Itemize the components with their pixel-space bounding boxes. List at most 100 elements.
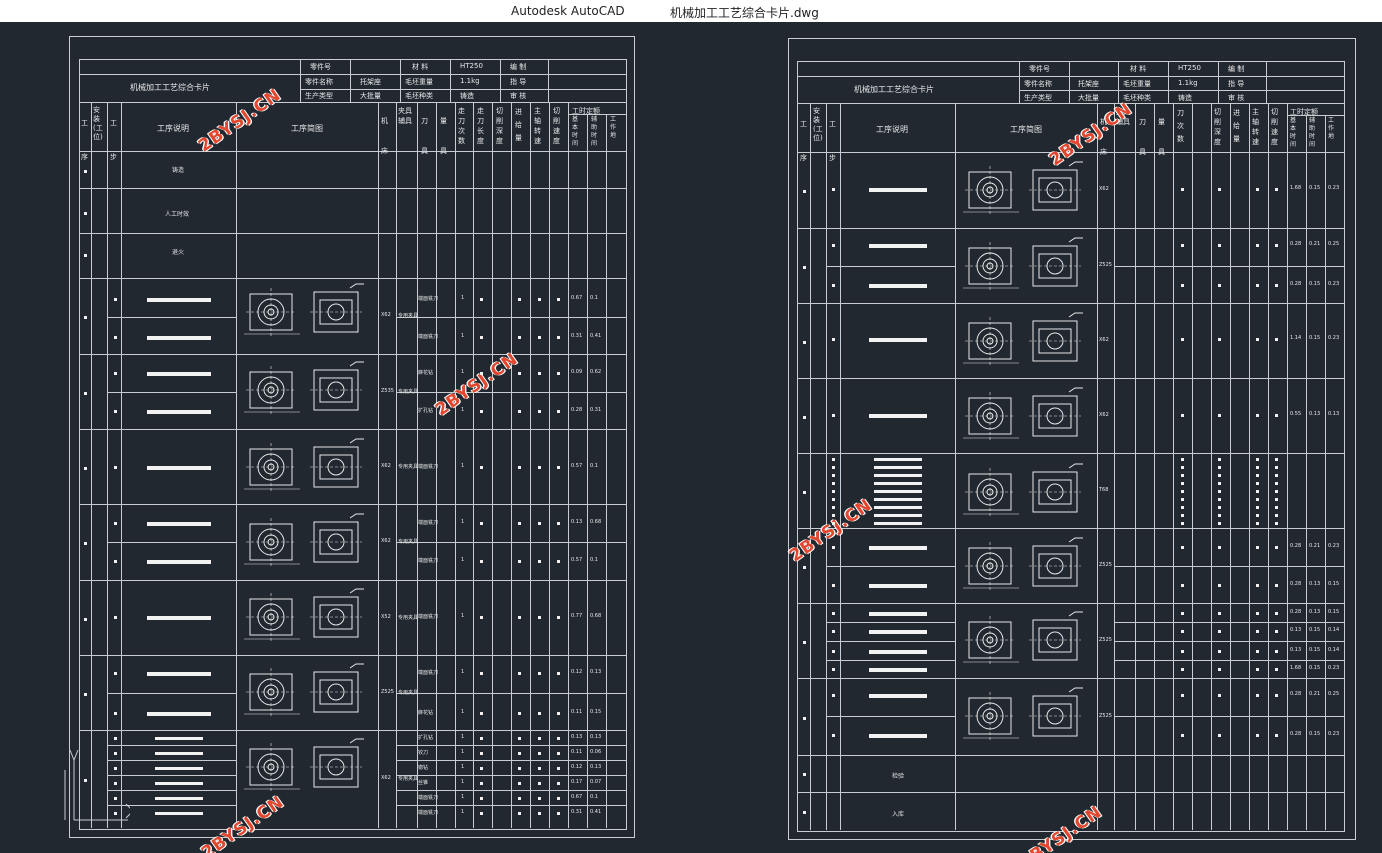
- right-passes-mark: [1181, 694, 1184, 697]
- left-col-t-aux: 辅助时间: [591, 116, 598, 147]
- right-val-blank-type: 铸造: [1178, 94, 1192, 102]
- right-vel-mark: [1275, 244, 1278, 247]
- right-process-marker: [803, 190, 806, 193]
- right-passes-mark: [1181, 414, 1184, 417]
- left-step-marker: [114, 522, 117, 525]
- left-length-mark: [480, 522, 483, 525]
- right-passes-mark: [1181, 458, 1184, 461]
- left-length-mark: [480, 336, 483, 339]
- right-depth-mark: [1218, 414, 1221, 417]
- left-t-aux-cell: 0.68: [590, 613, 602, 619]
- right-depth-mark: [1218, 338, 1221, 341]
- right-speed-mark: [1256, 546, 1259, 549]
- left-step-marker: [114, 560, 117, 563]
- right-t-work-cell: 0.23: [1328, 185, 1340, 191]
- left-col-setup: 安装(工位): [93, 106, 103, 141]
- left-fixture-cell: 专用夹具: [398, 463, 419, 470]
- right-t-basic-cell: 0.28: [1290, 543, 1302, 549]
- left-vel-mark: [557, 712, 560, 715]
- right-t-basic-cell: 0.55: [1290, 411, 1302, 417]
- left-col-depth: 切削深度: [496, 107, 503, 145]
- right-col-t-aux: 辅助时间: [1309, 117, 1316, 148]
- app-title: Autodesk AutoCAD: [511, 4, 625, 18]
- right-depth-mark: [1218, 584, 1221, 587]
- left-vel-mark: [557, 616, 560, 619]
- right-speed-mark: [1256, 414, 1259, 417]
- left-t-basic-cell: 0.77: [571, 613, 583, 619]
- right-vel-mark: [1275, 414, 1278, 417]
- left-step-desc-bar: [147, 522, 211, 526]
- right-col-feed: 进给量: [1233, 109, 1240, 143]
- left-step-marker: [114, 372, 117, 375]
- left-hdr-review: 审 核: [510, 92, 527, 100]
- right-process-sketch: [963, 237, 1083, 290]
- left-speed-mark: [538, 616, 541, 619]
- right-t-aux-cell: 0.21: [1309, 241, 1321, 247]
- right-col-gauge: 量具: [1158, 118, 1165, 156]
- left-passes-cell: 1: [461, 779, 465, 785]
- right-t-aux-cell: 0.13: [1309, 609, 1321, 615]
- right-step-marker: [832, 546, 835, 549]
- right-speed-mark: [1256, 522, 1259, 525]
- left-tool-cell: 端面铣刀: [418, 795, 439, 801]
- right-step-desc-bar: [874, 490, 922, 493]
- right-step-marker: [832, 490, 835, 493]
- right-t-work-cell: 0.15: [1328, 581, 1340, 587]
- right-vel-mark: [1275, 734, 1278, 737]
- left-t-aux-cell: 0.31: [590, 407, 602, 413]
- left-tool-cell: 端面铣刀: [418, 334, 439, 340]
- left-t-basic-cell: 0.57: [571, 463, 583, 469]
- right-depth-mark: [1218, 514, 1221, 517]
- right-hdr-blank-weight: 毛坯重量: [1123, 80, 1151, 88]
- left-passes-cell: 1: [461, 519, 465, 525]
- right-passes-mark: [1181, 490, 1184, 493]
- left-tool-cell: 锪钻: [418, 765, 429, 771]
- left-passes-cell: 1: [461, 295, 465, 301]
- right-process-sketch: [963, 537, 1083, 590]
- right-passes-mark: [1181, 514, 1184, 517]
- right-process-sketch: [963, 387, 1083, 440]
- right-step-desc-bar: [869, 188, 927, 192]
- right-col-t-basic: 基本时间: [1290, 117, 1297, 148]
- left-vel-mark: [557, 560, 560, 563]
- right-passes-mark: [1181, 244, 1184, 247]
- right-val-material: HT250: [1178, 64, 1201, 72]
- right-t-work-cell: 0.25: [1328, 691, 1340, 697]
- left-fixture-cell: 专用夹具: [398, 388, 419, 395]
- left-vel-mark: [557, 812, 560, 815]
- left-fixture-cell: 专用夹具: [398, 776, 419, 782]
- right-hdr-prepared: 编 制: [1228, 65, 1245, 73]
- left-step-desc-bar: [147, 616, 211, 620]
- left-step-desc-bar: [147, 410, 211, 414]
- right-depth-mark: [1218, 244, 1221, 247]
- left-tool-cell: 麻花钻: [418, 370, 434, 376]
- left-hdr-material: 材 料: [412, 63, 429, 71]
- right-col-vel: 切削速度: [1271, 108, 1278, 146]
- left-step-marker: [114, 797, 117, 800]
- left-speed-mark: [538, 466, 541, 469]
- right-col-desc: 工序说明: [876, 125, 908, 134]
- left-speed-mark: [538, 560, 541, 563]
- left-t-basic-cell: 0.28: [571, 407, 583, 413]
- right-hdr-blank-type: 毛坯种类: [1123, 94, 1151, 102]
- right-vel-mark: [1275, 188, 1278, 191]
- left-t-aux-cell: 0.13: [590, 669, 602, 675]
- right-t-work-cell: 0.14: [1328, 627, 1340, 633]
- left-vel-mark: [557, 672, 560, 675]
- left-machine-cell: X62: [381, 775, 391, 781]
- right-vel-mark: [1275, 522, 1278, 525]
- left-process-sketch: [244, 283, 364, 336]
- right-step-desc-bar: [874, 506, 922, 509]
- right-vel-mark: [1275, 630, 1278, 633]
- left-speed-mark: [538, 767, 541, 770]
- right-t-aux-cell: 0.21: [1309, 691, 1321, 697]
- left-tool-cell: 麻花钻: [418, 710, 434, 716]
- left-speed-mark: [538, 372, 541, 375]
- right-step-desc-bar: [869, 546, 927, 550]
- drawing-canvas[interactable]: 机械加工工艺综合卡片 零件号 零件名称 生产类型 托架座 大批量 材 料 毛坯重…: [0, 22, 1382, 853]
- right-depth-mark: [1218, 546, 1221, 549]
- left-length-mark: [480, 372, 483, 375]
- left-length-mark: [480, 812, 483, 815]
- left-step-desc-bar: [147, 372, 211, 376]
- left-length-mark: [480, 767, 483, 770]
